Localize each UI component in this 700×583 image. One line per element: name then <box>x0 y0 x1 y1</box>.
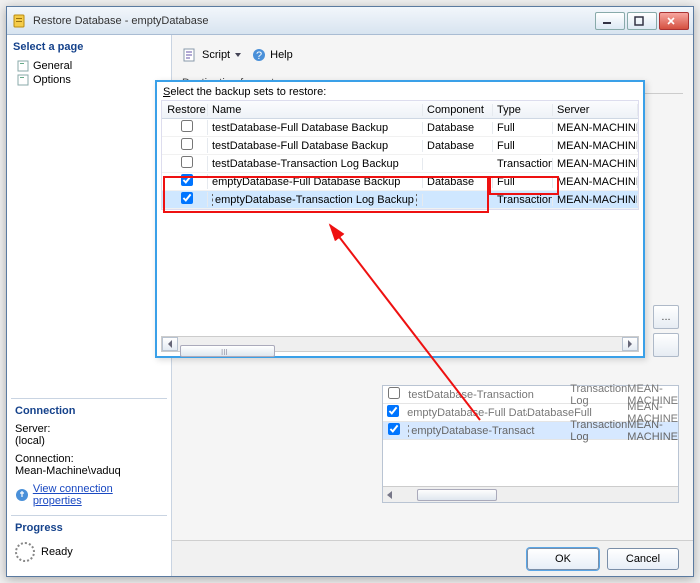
titlebar[interactable]: Restore Database - emptyDatabase <box>7 7 693 35</box>
script-button[interactable]: Script <box>182 47 242 63</box>
cancel-button[interactable]: Cancel <box>607 548 679 570</box>
script-icon <box>182 47 198 63</box>
cell-component: Database <box>423 140 493 152</box>
ellipsis-icon: ... <box>661 311 670 323</box>
page-general-label: General <box>33 60 72 72</box>
h-scrollbar[interactable] <box>383 486 678 502</box>
cell-type: Full <box>574 407 627 419</box>
connection-label: Connection: <box>15 453 163 465</box>
page-general[interactable]: General <box>13 59 165 73</box>
cell-type: Transaction Log <box>493 158 553 170</box>
server-value: (local) <box>15 435 163 447</box>
maximize-button[interactable] <box>627 12 657 30</box>
header-component[interactable]: Component <box>423 104 493 116</box>
add-backup-button[interactable]: ... <box>653 305 679 329</box>
page-icon <box>17 74 29 86</box>
cell-server: MEAN-MACHINE <box>553 158 638 170</box>
svg-text:?: ? <box>256 50 262 62</box>
table-row[interactable]: emptyDatabase-Full Database Backup Datab… <box>162 173 638 191</box>
page-icon <box>17 60 29 72</box>
cell-type: Transaction Log <box>493 194 553 206</box>
cell-component: Database <box>527 407 574 419</box>
backup-sets-table: Restore Name Component Type Server testD… <box>161 100 639 210</box>
cell-server: MEAN-MACHINE <box>553 122 638 134</box>
connection-value: Mean-Machine\vaduq <box>15 465 163 477</box>
app-icon <box>11 13 27 29</box>
table-header-row: Restore Name Component Type Server <box>162 101 638 119</box>
cell-type: Full <box>493 140 553 152</box>
restore-checkbox[interactable] <box>181 174 193 186</box>
restore-checkbox[interactable] <box>388 387 400 399</box>
header-name[interactable]: Name <box>208 104 423 116</box>
cell-component: Database <box>423 176 493 188</box>
cell-component: Database <box>423 122 493 134</box>
restore-checkbox[interactable] <box>181 192 193 204</box>
progress-status: Ready <box>41 546 73 558</box>
callout-prompt: Select the backup sets to restore: <box>157 82 643 100</box>
progress-header: Progress <box>13 520 165 536</box>
restore-checkbox[interactable] <box>181 120 193 132</box>
remove-backup-button[interactable] <box>653 333 679 357</box>
cell-name: testDatabase-Transaction Log Backup <box>208 158 423 170</box>
cell-name: testDatabase-Full Database Backup <box>208 122 423 134</box>
cell-type: Full <box>493 176 553 188</box>
backup-sets-callout: Select the backup sets to restore: Resto… <box>155 80 645 358</box>
scroll-right-icon[interactable] <box>622 337 638 351</box>
cell-server: MEAN-MACHINE <box>553 140 638 152</box>
restore-checkbox[interactable] <box>181 138 193 150</box>
table-row[interactable]: emptyDatabase-Transaction Log Backup Tra… <box>383 422 678 440</box>
cell-name: emptyDatabase-Full Database Backup <box>403 407 527 419</box>
restore-checkbox[interactable] <box>388 423 400 435</box>
h-scrollbar[interactable]: III <box>161 336 639 352</box>
cell-type: Full <box>493 122 553 134</box>
cell-type: Transaction Log <box>570 383 627 407</box>
progress-ring-icon <box>15 542 35 562</box>
table-row[interactable]: testDatabase-Full Database Backup Databa… <box>162 137 638 155</box>
header-type[interactable]: Type <box>493 104 553 116</box>
cell-name: testDatabase-Transaction Log Backup <box>404 389 534 401</box>
help-label: Help <box>270 49 293 61</box>
link-icon <box>15 488 29 502</box>
scroll-grip-icon: III <box>181 348 228 357</box>
cell-type: Transaction Log <box>570 419 627 443</box>
table-row[interactable]: testDatabase-Transaction Log Backup Tran… <box>162 155 638 173</box>
server-label: Server: <box>15 423 163 435</box>
scroll-thumb[interactable] <box>417 489 497 501</box>
prompt-text: elect the backup sets to restore: <box>170 86 326 98</box>
page-options-label: Options <box>33 74 71 86</box>
cell-server: MEAN-MACHINE <box>553 194 638 206</box>
scroll-thumb[interactable]: III <box>180 345 275 357</box>
cell-name: testDatabase-Full Database Backup <box>208 140 423 152</box>
page-options[interactable]: Options <box>13 73 165 87</box>
cell-server: MEAN-MACHINE <box>627 419 678 443</box>
help-button[interactable]: ? Help <box>252 48 293 62</box>
minimize-button[interactable] <box>595 12 625 30</box>
cell-server: MEAN-MACHINE <box>553 176 638 188</box>
close-button[interactable] <box>659 12 689 30</box>
script-label: Script <box>202 49 230 61</box>
header-restore[interactable]: Restore <box>162 104 208 116</box>
left-panel: Select a page General Options Connection… <box>7 35 172 576</box>
window-title: Restore Database - emptyDatabase <box>33 15 208 27</box>
connection-header: Connection <box>13 403 165 419</box>
restore-checkbox[interactable] <box>181 156 193 168</box>
cell-name: emptyDatabase-Transaction Log Backup <box>212 194 417 206</box>
header-server[interactable]: Server <box>553 104 638 116</box>
cell-name: emptyDatabase-Full Database Backup <box>208 176 423 188</box>
cell-name: emptyDatabase-Transaction Log Backup <box>408 425 534 437</box>
help-icon: ? <box>252 48 266 62</box>
scroll-left-icon[interactable] <box>162 337 178 351</box>
select-page-header: Select a page <box>11 39 167 55</box>
table-row[interactable]: emptyDatabase-Transaction Log Backup Tra… <box>162 191 638 209</box>
dropdown-icon <box>234 51 242 59</box>
table-row[interactable]: testDatabase-Full Database Backup Databa… <box>162 119 638 137</box>
ok-button[interactable]: OK <box>527 548 599 570</box>
backup-sets-table-background: testDatabase-Transaction Log Backup Tran… <box>382 385 679 503</box>
view-connection-properties-link[interactable]: View connection properties <box>33 483 163 507</box>
